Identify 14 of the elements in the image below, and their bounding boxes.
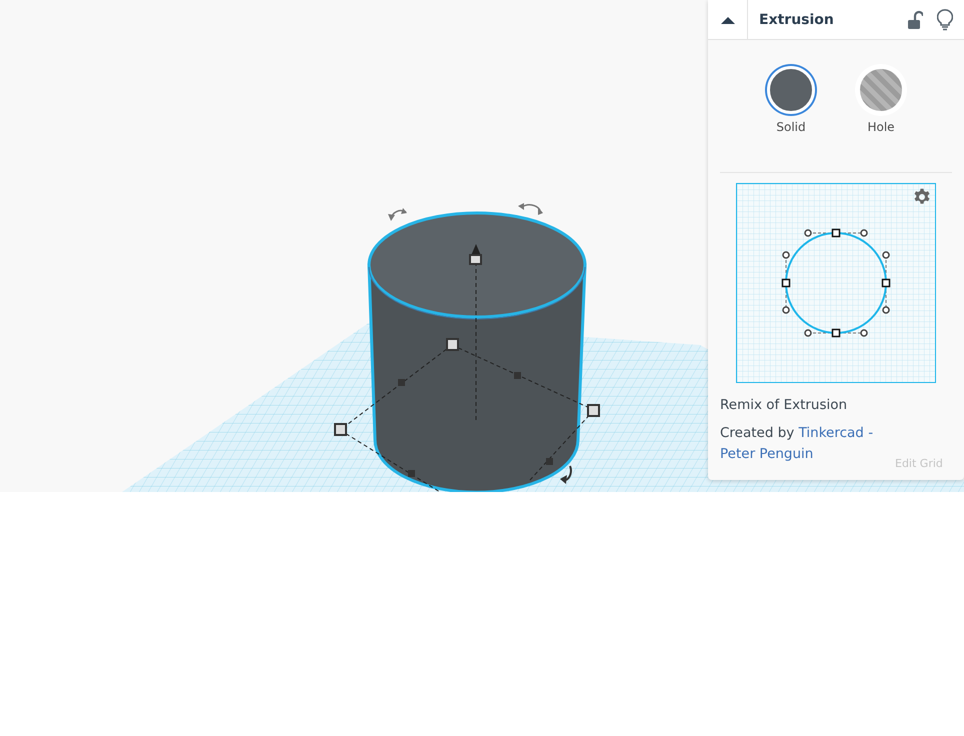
remix-text: Remix of Extrusion bbox=[720, 397, 848, 413]
hole-option[interactable]: Hole bbox=[848, 66, 914, 134]
settings-icon[interactable] bbox=[913, 188, 931, 206]
panel-title: Extrusion bbox=[758, 12, 835, 28]
user-link[interactable]: Peter Penguin bbox=[720, 446, 814, 462]
caret-icon bbox=[720, 14, 736, 24]
solid-option[interactable]: Solid bbox=[758, 66, 824, 134]
filled-circle-icon bbox=[767, 66, 815, 114]
padlock-icon[interactable] bbox=[907, 10, 923, 30]
striped-circle-icon bbox=[857, 66, 905, 114]
rotate-arrow-icon[interactable] bbox=[560, 466, 572, 484]
credit-text: Created by Tinkercad - Peter Penguin bbox=[720, 424, 874, 464]
lightbulb-icon[interactable] bbox=[937, 8, 953, 30]
author-link[interactable]: Tinkercad bbox=[798, 425, 864, 441]
